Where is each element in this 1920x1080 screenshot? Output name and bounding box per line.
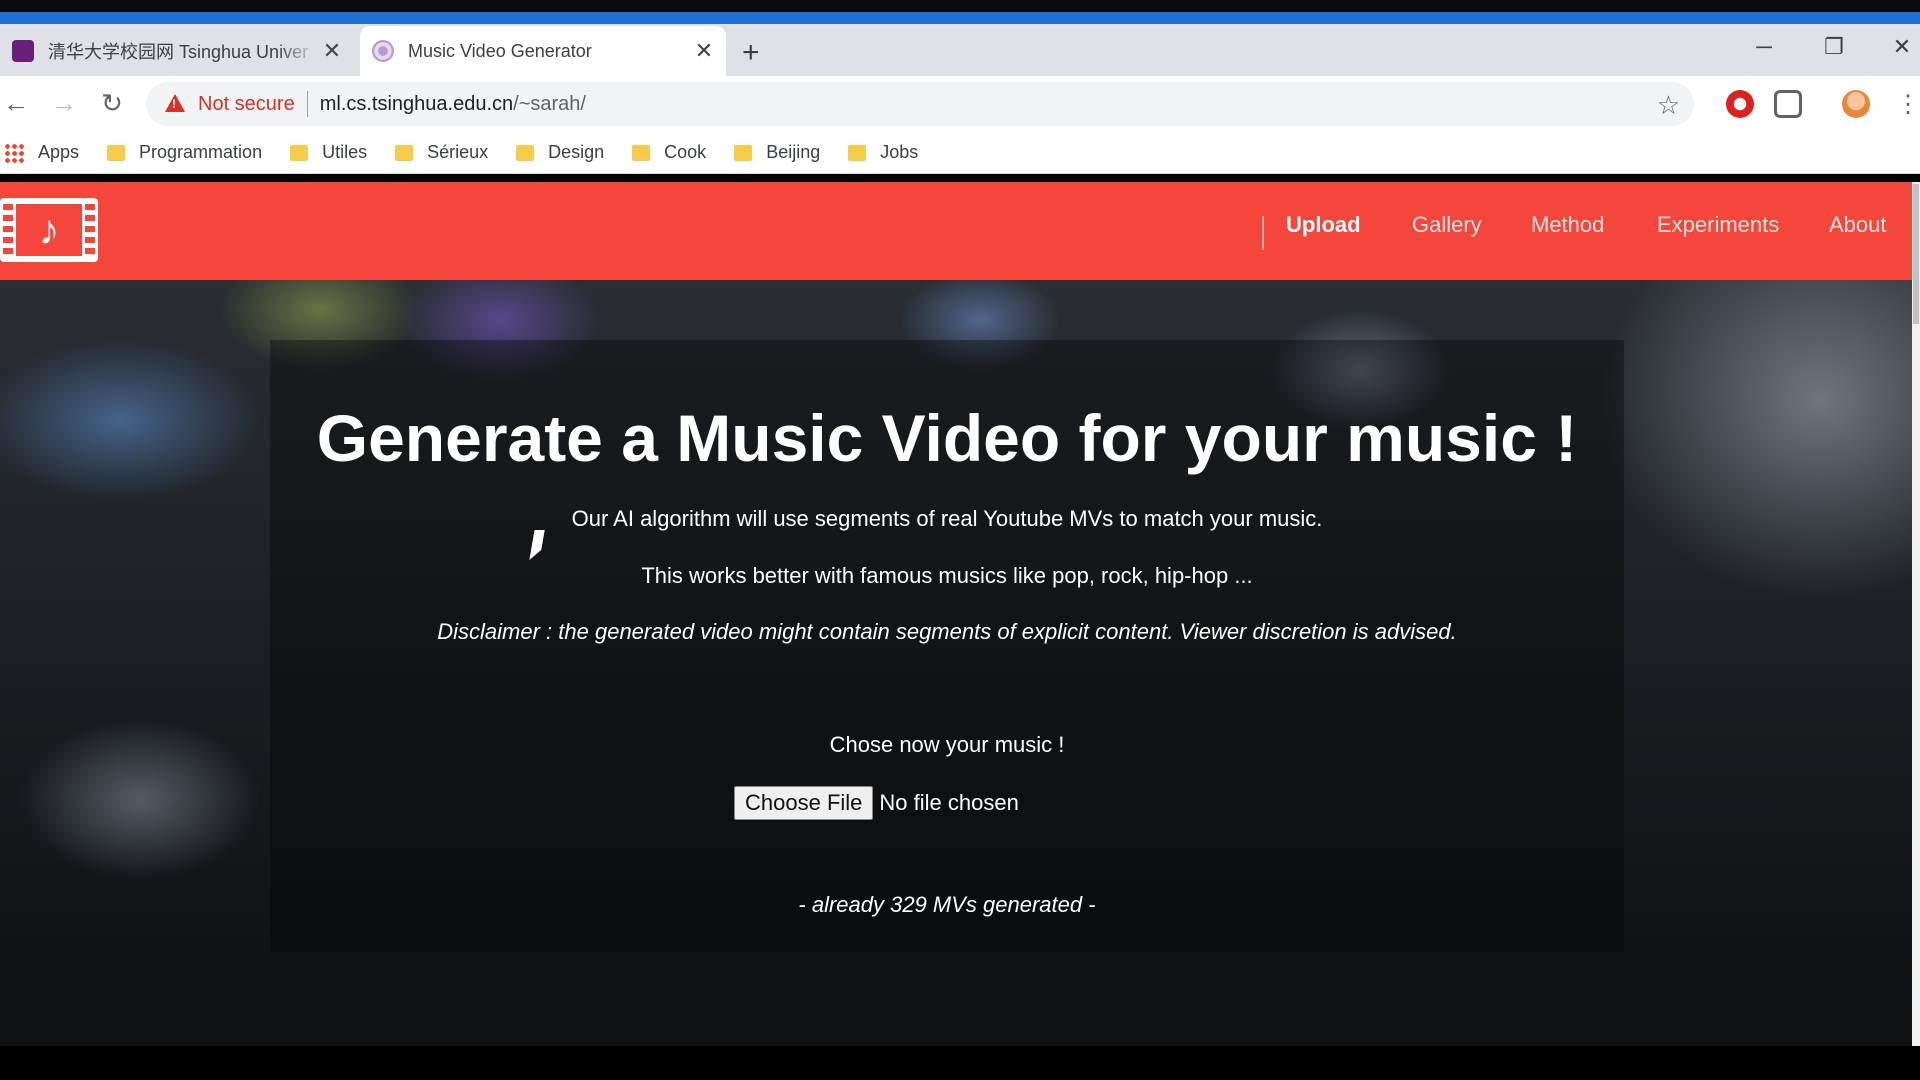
file-status-text: No file chosen [879, 790, 1019, 815]
folder-icon [516, 144, 535, 161]
translate-extension-icon[interactable] [1774, 90, 1802, 118]
mv-count-text: - already 329 MVs generated - [798, 892, 1096, 917]
bookmark-label: Jobs [880, 142, 919, 162]
security-label[interactable]: Not secure [198, 93, 295, 116]
close-tab-icon[interactable]: ✕ [690, 38, 718, 64]
nav-upload[interactable]: Upload [1286, 212, 1361, 238]
bookmark-folder-beijing[interactable]: Beijing [734, 142, 820, 163]
nav-method[interactable]: Method [1531, 212, 1604, 238]
tsinghua-seal-favicon-icon [372, 40, 394, 62]
reload-icon[interactable]: ↻ [96, 88, 128, 119]
top-accent-bar [0, 0, 1920, 24]
bookmark-label: Sérieux [427, 142, 489, 162]
bookmark-label: Apps [38, 142, 80, 162]
bookmark-label: Design [548, 142, 605, 162]
back-icon[interactable]: ← [0, 88, 32, 119]
apps-grid-icon [4, 142, 24, 163]
close-window-icon[interactable]: ✕ [1882, 34, 1920, 60]
bookmark-label: Programmation [139, 142, 263, 162]
bookmark-star-icon[interactable]: ☆ [1657, 90, 1680, 121]
omnibox-divider [306, 91, 308, 117]
tab-title: 清华大学校园网 Tsinghua Univer [48, 42, 309, 62]
tab-tsinghua[interactable]: 清华大学校园网 Tsinghua Univer ✕ [0, 26, 354, 76]
bookmark-label: Beijing [766, 142, 821, 162]
folder-icon [848, 144, 867, 161]
tab-music-video-generator[interactable]: Music Video Generator ✕ [360, 26, 726, 76]
address-bar[interactable]: Not secure ml.cs.tsinghua.edu.cn/~sarah/… [146, 82, 1694, 126]
tab-strip: 清华大学校园网 Tsinghua Univer ✕ Music Video Ge… [0, 24, 1920, 76]
bookmark-folder-utiles[interactable]: Utiles [290, 142, 367, 163]
folder-icon [395, 144, 414, 161]
web-page: ♪ Upload Gallery Method Experiments Abou… [0, 182, 1912, 1046]
music-note-icon: ♪ [16, 204, 82, 256]
opera-extension-icon[interactable] [1726, 90, 1754, 118]
choose-file-button[interactable]: Choose File [734, 786, 874, 820]
restore-icon[interactable]: ❐ [1814, 34, 1854, 60]
tab-title: Music Video Generator [408, 40, 592, 61]
choose-music-prompt: Chose now your music ! [829, 732, 1065, 757]
bookmark-label: Utiles [322, 142, 368, 162]
file-upload-field: Choose File No file chosen [734, 786, 1019, 820]
minimize-icon[interactable]: ─ [1744, 34, 1784, 60]
nav-experiments[interactable]: Experiments [1657, 212, 1779, 238]
url-path: /~sarah/ [513, 92, 586, 115]
close-tab-icon[interactable]: ✕ [318, 38, 346, 64]
hero-subtitle-2: This works better with famous musics lik… [641, 563, 1253, 588]
profile-avatar[interactable] [1842, 90, 1870, 118]
bookmark-folder-cook[interactable]: Cook [632, 142, 706, 163]
bookmark-folder-design[interactable]: Design [516, 142, 604, 163]
hero-title: Generate a Music Video for your music ! [316, 401, 1578, 475]
browser-toolbar: ← → ↻ Not secure ml.cs.tsinghua.edu.cn/~… [0, 76, 1920, 132]
bookmarks-bar: Apps Programmation Utiles Sérieux Design… [0, 132, 1920, 174]
nav-gallery[interactable]: Gallery [1412, 212, 1482, 238]
nav-divider [1262, 216, 1264, 250]
warning-icon [164, 94, 186, 114]
hero-section: Generate a Music Video for your music ! … [0, 280, 1912, 1046]
url-host: ml.cs.tsinghua.edu.cn [319, 92, 514, 115]
bookmark-folder-programmation[interactable]: Programmation [107, 142, 262, 163]
site-logo[interactable]: ♪ [0, 198, 98, 262]
screen-frame: 清华大学校园网 Tsinghua Univer ✕ Music Video Ge… [0, 0, 1920, 1080]
bookmark-label: Cook [664, 142, 707, 162]
film-strip-right [85, 204, 95, 256]
browser-menu-icon[interactable]: ⋮ [1896, 90, 1920, 119]
forward-icon[interactable]: → [48, 88, 80, 119]
folder-icon [734, 144, 753, 161]
folder-icon [107, 144, 126, 161]
folder-icon [632, 144, 651, 161]
tsinghua-favicon-icon [12, 40, 34, 62]
bookmark-folder-serieux[interactable]: Sérieux [395, 142, 488, 163]
scrollbar-thumb[interactable] [1913, 184, 1919, 324]
folder-icon [290, 144, 309, 161]
nav-about[interactable]: About [1829, 212, 1887, 238]
site-navbar: ♪ Upload Gallery Method Experiments Abou… [0, 182, 1912, 280]
bookmark-apps[interactable]: Apps [4, 142, 79, 163]
hero-subtitle-1: Our AI algorithm will use segments of re… [571, 506, 1323, 531]
film-strip-left [3, 204, 13, 256]
new-tab-button[interactable]: + [742, 36, 760, 70]
bookmark-folder-jobs[interactable]: Jobs [848, 142, 918, 163]
disclaimer-text: Disclaimer : the generated video might c… [437, 619, 1457, 644]
